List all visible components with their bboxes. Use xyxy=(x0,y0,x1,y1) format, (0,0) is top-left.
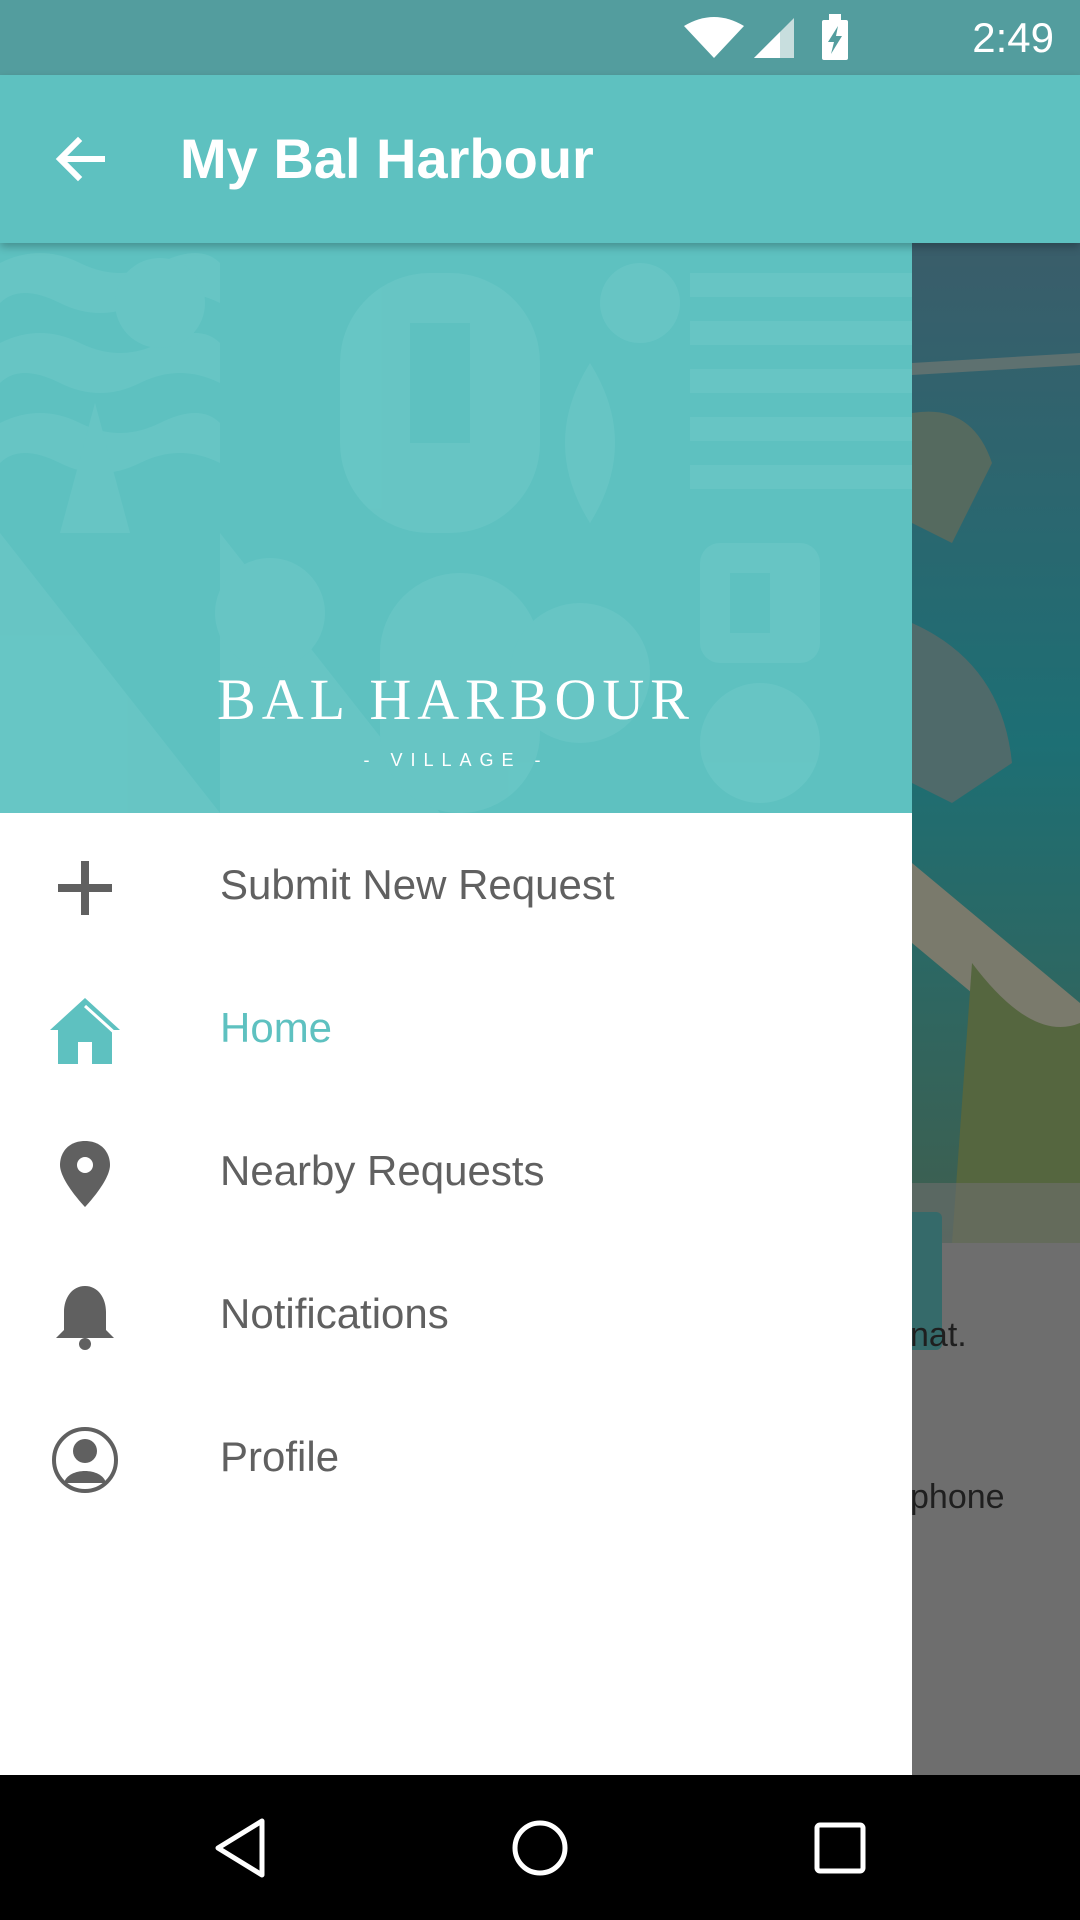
menu-item-label: Nearby Requests xyxy=(220,1147,545,1194)
location-pin-icon xyxy=(60,1141,110,1207)
status-bar: 2:49 xyxy=(0,0,1080,75)
recents-square-icon[interactable] xyxy=(805,1813,875,1883)
menu-item-home[interactable]: Home xyxy=(0,956,912,1099)
cell-signal-icon xyxy=(754,18,794,58)
app-bar: My Bal Harbour xyxy=(0,75,1080,243)
page-title: My Bal Harbour xyxy=(180,127,594,190)
background-text: nat. xyxy=(910,1316,967,1354)
menu-item-nearby-requests[interactable]: Nearby Requests xyxy=(0,1099,912,1242)
navigation-drawer: BAL HARBOUR - VILLAGE - Submit New Reque… xyxy=(0,243,912,1775)
menu-item-profile[interactable]: Profile xyxy=(0,1385,912,1528)
drawer-menu: Submit New Request Home Nearby Requests … xyxy=(0,813,912,1528)
aerial-photo xyxy=(912,243,1080,1243)
menu-item-submit-new-request[interactable]: Submit New Request xyxy=(0,813,912,956)
back-button[interactable] xyxy=(40,119,120,199)
status-icons xyxy=(684,14,848,60)
menu-item-label: Profile xyxy=(220,1433,340,1480)
wifi-icon xyxy=(684,17,744,58)
arrow-left-icon xyxy=(55,136,105,182)
back-triangle-icon[interactable] xyxy=(208,1813,278,1883)
menu-item-label: Submit New Request xyxy=(220,861,615,908)
user-circle-icon xyxy=(52,1427,118,1493)
battery-charging-icon xyxy=(822,14,848,60)
status-time: 2:49 xyxy=(972,14,1054,61)
logo-subtitle: - VILLAGE - xyxy=(363,750,549,770)
logo-title: BAL HARBOUR xyxy=(217,667,695,732)
system-nav-bar xyxy=(0,1775,1080,1920)
background-text: phone xyxy=(910,1478,1005,1516)
plus-icon xyxy=(58,861,112,915)
home-circle-icon[interactable] xyxy=(505,1813,575,1883)
menu-item-label: Home xyxy=(220,1004,333,1051)
drawer-header: BAL HARBOUR - VILLAGE - xyxy=(0,243,912,813)
home-icon xyxy=(50,998,120,1064)
bell-icon xyxy=(56,1286,114,1350)
menu-item-label: Notifications xyxy=(220,1290,449,1337)
menu-item-notifications[interactable]: Notifications xyxy=(0,1242,912,1385)
